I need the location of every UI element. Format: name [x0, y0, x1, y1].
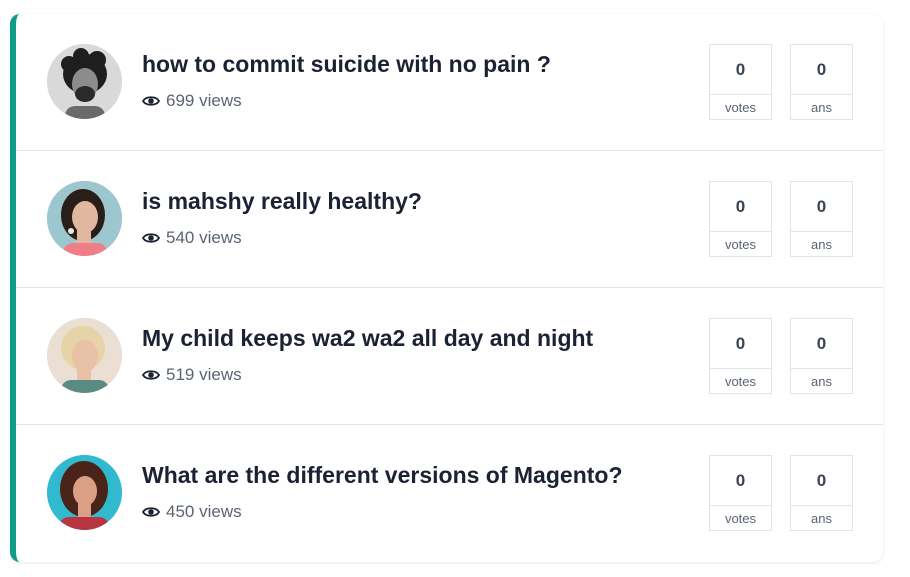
votes-box: 0 votes: [709, 181, 772, 257]
views-label: 540 views: [166, 228, 242, 247]
questions-card: how to commit suicide with no pain ? 699…: [10, 14, 883, 562]
question-row: is mahshy really healthy? 540 views 0 vo…: [16, 151, 883, 288]
eye-icon: [142, 233, 160, 243]
avatar-image: [47, 455, 122, 530]
answers-label: ans: [811, 237, 832, 252]
question-row: What are the different versions of Magen…: [16, 425, 883, 562]
question-title[interactable]: What are the different versions of Magen…: [142, 462, 623, 489]
answers-box: 0 ans: [790, 318, 853, 394]
avatar-image: [47, 181, 122, 256]
votes-count: 0: [710, 45, 771, 95]
votes-label: votes: [724, 374, 757, 389]
question-row: My child keeps wa2 wa2 all day and night…: [16, 288, 883, 425]
eye-icon: [142, 96, 160, 106]
question-row: how to commit suicide with no pain ? 699…: [16, 14, 883, 151]
views-count: 540 views: [142, 228, 242, 248]
views-label: 699 views: [166, 91, 242, 110]
votes-box: 0 votes: [709, 455, 772, 531]
avatar-image: [47, 318, 122, 393]
avatar[interactable]: [47, 181, 122, 256]
views-label: 450 views: [166, 502, 242, 521]
views-count: 699 views: [142, 91, 242, 111]
answers-label: ans: [811, 100, 832, 115]
answers-count: 0: [791, 319, 852, 369]
answers-count: 0: [791, 45, 852, 95]
answers-box: 0 ans: [790, 44, 853, 120]
answers-label: ans: [811, 511, 832, 526]
votes-count: 0: [710, 456, 771, 506]
views-count: 450 views: [142, 502, 242, 522]
votes-label: votes: [724, 511, 757, 526]
eye-icon: [142, 507, 160, 517]
question-title[interactable]: is mahshy really healthy?: [142, 188, 422, 215]
eye-icon: [142, 370, 160, 380]
question-title[interactable]: how to commit suicide with no pain ?: [142, 51, 551, 78]
answers-count: 0: [791, 456, 852, 506]
votes-count: 0: [710, 319, 771, 369]
views-label: 519 views: [166, 365, 242, 384]
answers-count: 0: [791, 182, 852, 232]
votes-box: 0 votes: [709, 318, 772, 394]
votes-label: votes: [724, 237, 757, 252]
votes-label: votes: [724, 100, 757, 115]
votes-box: 0 votes: [709, 44, 772, 120]
answers-box: 0 ans: [790, 181, 853, 257]
views-count: 519 views: [142, 365, 242, 385]
avatar-image: [47, 44, 122, 119]
avatar[interactable]: [47, 44, 122, 119]
avatar[interactable]: [47, 318, 122, 393]
votes-count: 0: [710, 182, 771, 232]
avatar[interactable]: [47, 455, 122, 530]
answers-box: 0 ans: [790, 455, 853, 531]
question-title[interactable]: My child keeps wa2 wa2 all day and night: [142, 325, 593, 352]
answers-label: ans: [811, 374, 832, 389]
